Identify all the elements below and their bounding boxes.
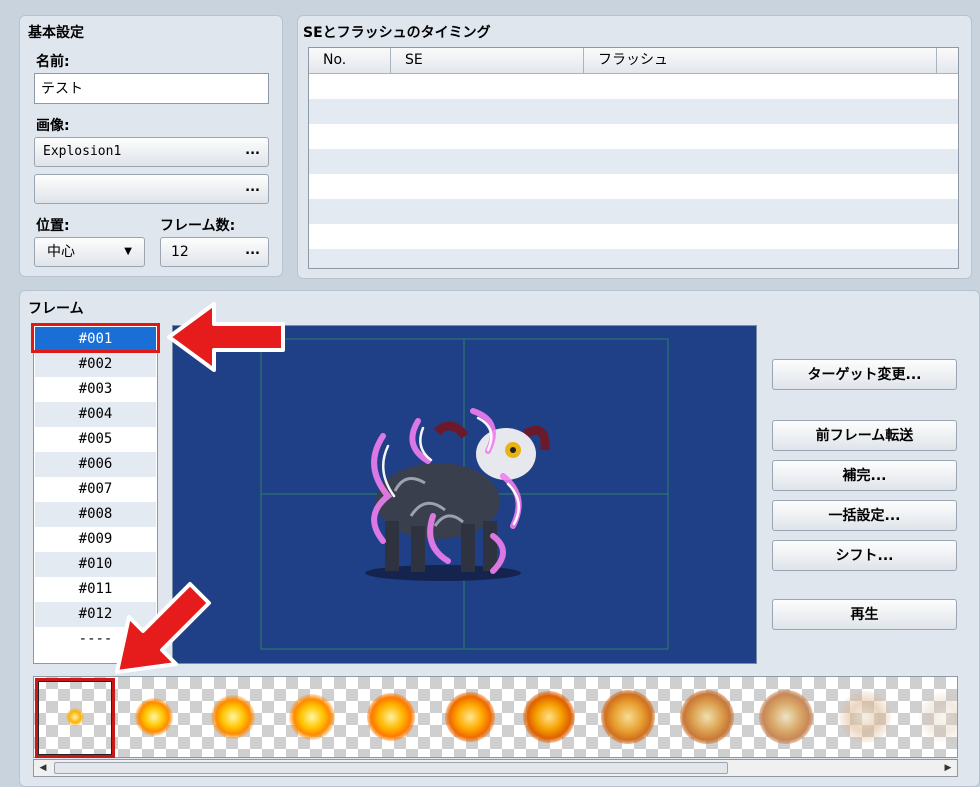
frame-list-item[interactable]: #011 bbox=[35, 577, 156, 602]
table-row[interactable] bbox=[309, 74, 958, 99]
image-select-button[interactable]: Explosion1 ... bbox=[34, 137, 269, 167]
frame-list[interactable]: #001 #002 #003 #004 #005 #006 #007 #008 … bbox=[33, 325, 158, 664]
table-row[interactable] bbox=[309, 149, 958, 174]
frame-list-item[interactable]: #007 bbox=[35, 477, 156, 502]
position-label: 位置: bbox=[36, 218, 70, 234]
table-row[interactable] bbox=[309, 174, 958, 199]
cell-thumbnail[interactable] bbox=[274, 679, 350, 755]
column-header-se[interactable]: SE bbox=[391, 48, 584, 73]
name-label: 名前: bbox=[36, 54, 70, 70]
frame-list-item[interactable]: #002 bbox=[35, 352, 156, 377]
cell-thumbnail[interactable] bbox=[669, 679, 745, 755]
timing-title: SEとフラッシュのタイミング bbox=[303, 25, 491, 41]
canvas-guides bbox=[260, 338, 669, 650]
column-header-no[interactable]: No. bbox=[309, 48, 391, 73]
frame-list-item[interactable]: #012 bbox=[35, 602, 156, 627]
animation-canvas[interactable] bbox=[172, 325, 757, 664]
selected-cell-highlight bbox=[35, 678, 115, 758]
change-target-button[interactable]: ターゲット変更... bbox=[772, 359, 957, 390]
frame-list-item[interactable]: #005 bbox=[35, 427, 156, 452]
image-select-value: Explosion1 bbox=[43, 144, 122, 159]
frame-list-item[interactable]: #004 bbox=[35, 402, 156, 427]
image-select-ellipsis: ... bbox=[245, 143, 260, 158]
frame-list-item[interactable]: #006 bbox=[35, 452, 156, 477]
image-label: 画像: bbox=[36, 118, 70, 134]
cell-thumbnail[interactable] bbox=[195, 679, 271, 755]
cell-thumbnail[interactable] bbox=[827, 679, 903, 755]
table-row[interactable] bbox=[309, 199, 958, 224]
name-input[interactable]: テスト bbox=[34, 73, 269, 104]
table-row[interactable] bbox=[309, 224, 958, 249]
frame-count-label: フレーム数: bbox=[160, 218, 236, 234]
cell-thumbnail[interactable] bbox=[590, 679, 666, 755]
cell-thumbnail[interactable] bbox=[116, 679, 192, 755]
cell-thumbnail[interactable] bbox=[511, 679, 587, 755]
frame-count-ellipsis: ... bbox=[245, 243, 260, 258]
table-row[interactable] bbox=[309, 124, 958, 149]
cell-thumbnail[interactable] bbox=[353, 679, 429, 755]
cell-strip-scrollbar[interactable]: ◀ ▶ bbox=[33, 759, 958, 777]
frame-list-item[interactable]: #008 bbox=[35, 502, 156, 527]
image2-select-ellipsis: ... bbox=[245, 180, 260, 195]
timing-table-header: No. SE フラッシュ bbox=[309, 48, 958, 74]
shift-button[interactable]: シフト... bbox=[772, 540, 957, 571]
table-row[interactable] bbox=[309, 249, 958, 268]
frame-list-item[interactable]: #010 bbox=[35, 552, 156, 577]
frame-panel-title: フレーム bbox=[28, 301, 84, 317]
batch-settings-button[interactable]: 一括設定... bbox=[772, 500, 957, 531]
play-button[interactable]: 再生 bbox=[772, 599, 957, 630]
frame-list-item[interactable]: #003 bbox=[35, 377, 156, 402]
position-dropdown-value: 中心 bbox=[47, 244, 75, 260]
frame-count-value: 12 bbox=[171, 244, 189, 260]
tween-button[interactable]: 補完... bbox=[772, 460, 957, 491]
basic-settings-title: 基本設定 bbox=[28, 25, 84, 41]
frame-list-item[interactable]: ---- bbox=[35, 627, 156, 652]
cell-thumbnail[interactable] bbox=[432, 679, 508, 755]
selected-frame-highlight bbox=[31, 323, 160, 353]
image2-select-button[interactable]: ... bbox=[34, 174, 269, 204]
frame-list-item[interactable]: #009 bbox=[35, 527, 156, 552]
frame-count-button[interactable]: 12 ... bbox=[160, 237, 269, 267]
copy-previous-frame-button[interactable]: 前フレーム転送 bbox=[772, 420, 957, 451]
timing-table[interactable]: No. SE フラッシュ bbox=[308, 47, 959, 269]
scroll-left-icon[interactable]: ◀ bbox=[35, 760, 51, 776]
cell-thumbnail[interactable] bbox=[906, 679, 957, 755]
column-header-flash[interactable]: フラッシュ bbox=[584, 48, 937, 73]
scroll-thumb[interactable] bbox=[54, 762, 728, 774]
chevron-down-icon: ▼ bbox=[124, 246, 132, 257]
cell-thumbnail[interactable] bbox=[748, 679, 824, 755]
scroll-right-icon[interactable]: ▶ bbox=[940, 760, 956, 776]
table-row[interactable] bbox=[309, 99, 958, 124]
monster-sprite bbox=[365, 408, 550, 581]
cell-strip[interactable] bbox=[33, 676, 958, 758]
position-dropdown[interactable]: 中心 ▼ bbox=[34, 237, 145, 267]
